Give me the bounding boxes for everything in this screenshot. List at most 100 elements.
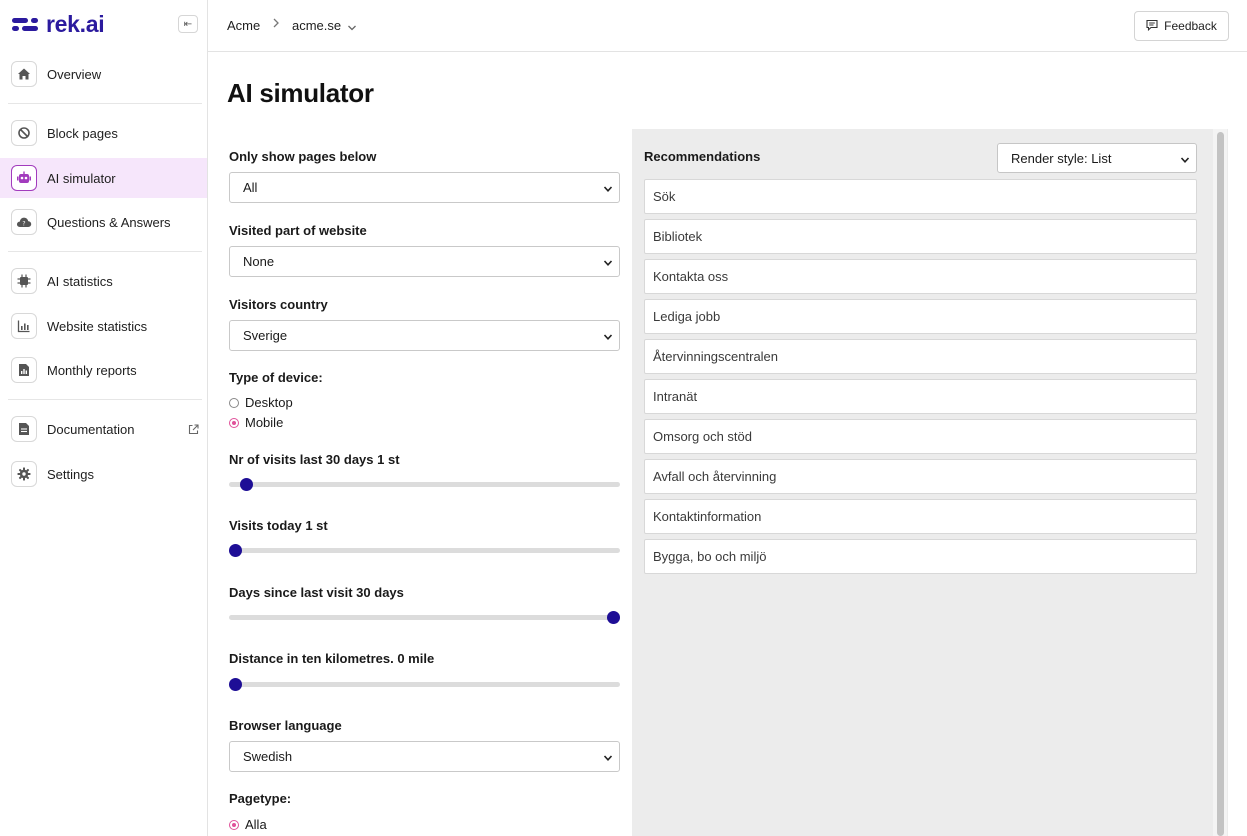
select-value: All bbox=[243, 180, 258, 195]
list-item[interactable]: Bibliotek bbox=[644, 219, 1197, 254]
collapse-left-icon: ⇤ bbox=[183, 18, 193, 30]
browser-language-label: Browser language bbox=[229, 718, 342, 733]
device-label: Type of device: bbox=[229, 370, 323, 385]
feedback-button[interactable]: Feedback bbox=[1134, 11, 1229, 41]
sidebar-item-label: AI simulator bbox=[47, 170, 116, 186]
slider-track[interactable] bbox=[229, 682, 620, 687]
pagetype-radio-alla[interactable]: Alla bbox=[229, 817, 267, 832]
radio-label: Mobile bbox=[245, 415, 284, 430]
distance-slider[interactable] bbox=[229, 677, 620, 691]
sidebar-divider bbox=[8, 103, 202, 104]
external-link-icon bbox=[188, 422, 199, 440]
breadcrumb-site[interactable]: acme.se bbox=[292, 18, 341, 33]
slider-track[interactable] bbox=[229, 482, 620, 487]
sidebar-item-settings[interactable]: Settings bbox=[0, 454, 207, 494]
chevron-down-icon bbox=[603, 182, 613, 197]
list-item[interactable]: Omsorg och stöd bbox=[644, 419, 1197, 454]
collapse-sidebar-button[interactable]: ⇤ bbox=[178, 15, 198, 33]
robot-icon bbox=[11, 165, 37, 191]
list-item[interactable]: Intranät bbox=[644, 379, 1197, 414]
gear-icon bbox=[11, 461, 37, 487]
list-item[interactable]: Kontakta oss bbox=[644, 259, 1197, 294]
device-radio-mobile[interactable]: Mobile bbox=[229, 415, 283, 430]
slider-track[interactable] bbox=[229, 615, 620, 620]
country-label: Visitors country bbox=[229, 297, 328, 312]
recommendations-title: Recommendations bbox=[644, 149, 761, 164]
list-item[interactable]: Bygga, bo och miljö bbox=[644, 539, 1197, 574]
country-select[interactable]: Sverige bbox=[229, 320, 620, 351]
slider-track[interactable] bbox=[229, 548, 620, 553]
document-icon bbox=[11, 416, 37, 442]
sidebar-item-questions-answers[interactable]: ? Questions & Answers bbox=[0, 202, 207, 242]
svg-text:?: ? bbox=[22, 221, 25, 228]
visits-today-slider[interactable] bbox=[229, 543, 620, 557]
browser-language-select[interactable]: Swedish bbox=[229, 741, 620, 772]
radio-button[interactable] bbox=[229, 819, 239, 830]
slider-thumb[interactable] bbox=[607, 611, 620, 624]
render-style-select[interactable]: Render style: List bbox=[997, 143, 1197, 173]
list-item[interactable]: Återvinningscentralen bbox=[644, 339, 1197, 374]
days-since-label: Days since last visit 30 days bbox=[229, 585, 404, 600]
sidebar-item-label: Documentation bbox=[47, 421, 135, 437]
visited-part-select[interactable]: None bbox=[229, 246, 620, 277]
sidebar-divider bbox=[8, 251, 202, 252]
sidebar: rek.ai ⇤ Overview Block pages AI simulat… bbox=[0, 0, 208, 836]
chip-icon bbox=[11, 268, 37, 294]
sidebar-item-label: Overview bbox=[47, 66, 102, 82]
select-value: None bbox=[243, 254, 275, 269]
select-value: Sverige bbox=[243, 328, 288, 343]
cloud-question-icon: ? bbox=[11, 209, 37, 235]
visits-today-label: Visits today 1 st bbox=[229, 518, 328, 533]
sidebar-item-monthly-reports[interactable]: Monthly reports bbox=[0, 350, 207, 390]
slider-thumb[interactable] bbox=[240, 478, 254, 491]
select-value: Render style: List bbox=[1011, 150, 1112, 166]
radio-label: Desktop bbox=[245, 395, 293, 410]
sidebar-item-overview[interactable]: Overview bbox=[0, 54, 207, 94]
logo[interactable]: rek.ai bbox=[12, 10, 105, 38]
bar-chart-icon bbox=[11, 313, 37, 339]
chevron-down-icon[interactable] bbox=[347, 20, 357, 35]
visited-part-label: Visited part of website bbox=[229, 223, 367, 238]
scrollbar[interactable] bbox=[1213, 129, 1227, 836]
sidebar-item-label: Questions & Answers bbox=[47, 214, 171, 230]
radio-button[interactable] bbox=[229, 397, 239, 408]
recommendations-panel: Recommendations Render style: List Sök B… bbox=[632, 129, 1228, 836]
sidebar-item-label: AI statistics bbox=[47, 273, 113, 289]
sidebar-item-website-statistics[interactable]: Website statistics bbox=[0, 306, 207, 346]
block-icon bbox=[11, 120, 37, 146]
page-title: AI simulator bbox=[227, 78, 374, 108]
list-item[interactable]: Lediga jobb bbox=[644, 299, 1197, 334]
pagetype-label: Pagetype: bbox=[229, 791, 292, 806]
sidebar-item-ai-statistics[interactable]: AI statistics bbox=[0, 261, 207, 301]
days-since-slider[interactable] bbox=[229, 610, 620, 624]
list-item[interactable]: Sök bbox=[644, 179, 1197, 214]
pages-below-select[interactable]: All bbox=[229, 172, 620, 203]
sidebar-item-label: Website statistics bbox=[47, 318, 148, 334]
home-icon bbox=[11, 61, 37, 87]
top-bar: Acme acme.se Feedback bbox=[208, 0, 1247, 52]
visits-30-label: Nr of visits last 30 days 1 st bbox=[229, 452, 400, 467]
chevron-down-icon bbox=[603, 751, 613, 766]
chevron-down-icon bbox=[603, 330, 613, 345]
sidebar-item-documentation[interactable]: Documentation bbox=[0, 409, 207, 449]
comment-icon bbox=[1146, 19, 1158, 34]
pages-below-label: Only show pages below bbox=[229, 149, 377, 164]
logo-mark-icon bbox=[12, 16, 38, 32]
visits-30-slider[interactable] bbox=[229, 477, 620, 491]
breadcrumb-separator-icon bbox=[272, 17, 280, 32]
radio-button[interactable] bbox=[229, 417, 239, 428]
slider-thumb[interactable] bbox=[229, 544, 242, 557]
list-item[interactable]: Avfall och återvinning bbox=[644, 459, 1197, 494]
sidebar-divider bbox=[8, 399, 202, 400]
device-radio-desktop[interactable]: Desktop bbox=[229, 395, 293, 410]
sidebar-item-ai-simulator[interactable]: AI simulator bbox=[0, 158, 207, 198]
breadcrumb-org[interactable]: Acme bbox=[227, 18, 260, 33]
sidebar-item-label: Settings bbox=[47, 466, 94, 482]
sidebar-item-label: Block pages bbox=[47, 125, 118, 141]
report-icon bbox=[11, 357, 37, 383]
sidebar-item-block-pages[interactable]: Block pages bbox=[0, 113, 207, 153]
scrollbar-handle[interactable] bbox=[1217, 132, 1224, 836]
list-item[interactable]: Kontaktinformation bbox=[644, 499, 1197, 534]
chevron-down-icon bbox=[603, 256, 613, 271]
slider-thumb[interactable] bbox=[229, 678, 242, 691]
